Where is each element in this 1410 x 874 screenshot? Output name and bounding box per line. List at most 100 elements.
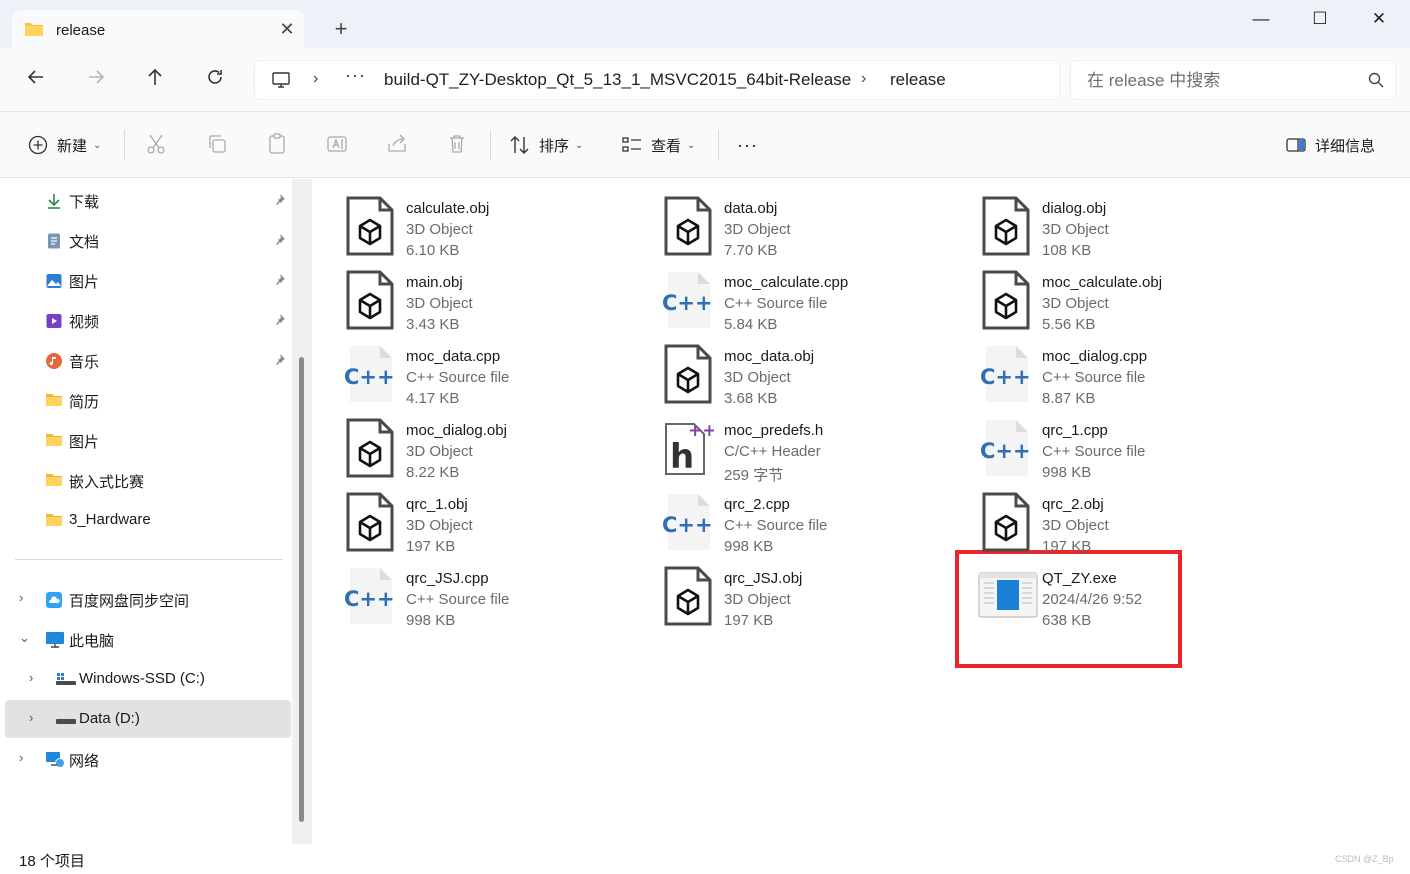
refresh-button[interactable] (201, 66, 229, 94)
chevron-right-icon[interactable]: › (19, 590, 23, 605)
file-item[interactable]: C++ qrc_2.cpp C++ Source file 998 KB (630, 484, 930, 555)
sidebar-item-quick-0[interactable]: 下载 (0, 181, 292, 219)
file-size: 7.70 KB (724, 242, 778, 259)
file-type: 3D Object (724, 591, 791, 608)
search-box[interactable] (1070, 60, 1396, 100)
chevron-right-icon: › (861, 70, 867, 87)
download-icon (45, 192, 63, 210)
3d-object-icon (344, 492, 396, 552)
sidebar-tree-item-2[interactable]: › Windows-SSD (C:) (0, 660, 292, 698)
breadcrumb-build-folder[interactable]: build-QT_ZY-Desktop_Qt_5_13_1_MSVC2015_6… (384, 70, 851, 90)
chevron-right-icon[interactable]: › (19, 750, 23, 765)
file-item[interactable]: dialog.obj 3D Object 108 KB (948, 188, 1248, 259)
file-item[interactable]: qrc_JSJ.obj 3D Object 197 KB (630, 558, 930, 629)
up-button[interactable] (141, 66, 169, 94)
status-bar: 18 个项目 CSDN @Z_Bp (0, 844, 1410, 874)
file-size: 108 KB (1042, 242, 1092, 259)
sidebar-item-quick-8[interactable]: 3_Hardware (0, 501, 292, 539)
file-name: qrc_2.obj (1042, 496, 1104, 513)
network-icon (45, 751, 67, 769)
cut-icon[interactable] (144, 132, 168, 156)
file-type: C++ Source file (406, 591, 510, 608)
3d-object-icon (662, 196, 714, 256)
sidebar-item-quick-4[interactable]: 音乐 (0, 341, 292, 379)
file-item[interactable]: C++ qrc_JSJ.cpp C++ Source file 998 KB (312, 558, 612, 629)
file-item[interactable]: moc_dialog.obj 3D Object 8.22 KB (312, 410, 612, 481)
file-item[interactable]: main.obj 3D Object 3.43 KB (312, 262, 612, 333)
sidebar-item-quick-1[interactable]: 文档 (0, 221, 292, 259)
sidebar-tree-item-0[interactable]: › 百度网盘同步空间 (0, 580, 292, 618)
sidebar-divider (15, 559, 283, 560)
copy-icon[interactable] (205, 132, 229, 156)
sidebar-item-quick-5[interactable]: 简历 (0, 381, 292, 419)
chevron-right-icon: › (313, 70, 319, 87)
breadcrumb-release[interactable]: release (890, 70, 946, 90)
file-item[interactable]: C++ moc_data.cpp C++ Source file 4.17 KB (312, 336, 612, 407)
file-item[interactable]: calculate.obj 3D Object 6.10 KB (312, 188, 612, 259)
sidebar-tree-item-3[interactable]: › Data (D:) (5, 700, 291, 738)
file-type: 3D Object (1042, 517, 1109, 534)
close-window-button[interactable]: ✕ (1364, 8, 1394, 30)
share-icon[interactable] (385, 132, 409, 156)
new-button[interactable]: 新建 ⌄ (27, 132, 101, 158)
sidebar-scroll-thumb[interactable] (299, 357, 304, 822)
delete-icon[interactable] (445, 132, 469, 156)
tab-release[interactable]: release ✕ (12, 10, 304, 48)
file-type: C++ Source file (724, 295, 828, 312)
file-name: moc_dialog.cpp (1042, 348, 1148, 365)
tab-close-button[interactable]: ✕ (276, 18, 298, 40)
sidebar-item-quick-2[interactable]: 图片 (0, 261, 292, 299)
3d-object-icon (344, 270, 396, 330)
hidden-path-button[interactable]: ··· (345, 65, 366, 86)
title-bar: release ✕ + — ☐ ✕ (0, 0, 1410, 48)
pin-icon[interactable] (272, 193, 286, 211)
sidebar-item-quick-3[interactable]: 视频 (0, 301, 292, 339)
new-tab-button[interactable]: + (330, 18, 352, 40)
chevron-down-icon: ⌄ (575, 139, 584, 151)
file-item[interactable]: C++ moc_calculate.cpp C++ Source file 5.84 … (630, 262, 930, 333)
file-item[interactable]: data.obj 3D Object 7.70 KB (630, 188, 930, 259)
view-button[interactable]: 查看 ⌄ (621, 132, 695, 158)
sidebar-tree-item-4[interactable]: › 网络 (0, 740, 292, 778)
paste-icon[interactable] (265, 132, 289, 156)
sidebar-tree-item-1[interactable]: ⌄ 此电脑 (0, 620, 292, 658)
pin-icon[interactable] (272, 353, 286, 371)
address-bar[interactable]: › ··· build-QT_ZY-Desktop_Qt_5_13_1_MSVC… (254, 60, 1060, 100)
file-item[interactable]: qrc_2.obj 3D Object 197 KB (948, 484, 1248, 555)
file-item[interactable]: moc_calculate.obj 3D Object 5.56 KB (948, 262, 1248, 333)
file-size: 259 字节 (724, 467, 784, 484)
file-item[interactable]: QT_ZY.exe 2024/4/26 9:52 638 KB (948, 558, 1248, 629)
file-item[interactable]: C++ moc_dialog.cpp C++ Source file 8.87 KB (948, 336, 1248, 407)
details-pane-button[interactable]: 详细信息 (1285, 132, 1375, 158)
chevron-down-icon[interactable]: ⌄ (19, 630, 30, 646)
file-list: calculate.obj 3D Object 6.10 KB data.obj 3D … (312, 179, 1410, 844)
sidebar-item-quick-6[interactable]: 图片 (0, 421, 292, 459)
pin-icon[interactable] (272, 273, 286, 291)
file-size: 3.68 KB (724, 390, 778, 407)
chevron-right-icon[interactable]: › (29, 710, 33, 725)
more-options-button[interactable]: ··· (737, 132, 758, 158)
details-label: 详细信息 (1315, 137, 1376, 155)
file-item[interactable]: h ++ moc_predefs.h C/C++ Header 259 字节 (630, 410, 930, 484)
file-size: 998 KB (724, 538, 774, 555)
chevron-right-icon[interactable]: › (29, 670, 33, 685)
folder-icon (45, 392, 63, 410)
forward-button[interactable] (82, 66, 110, 94)
sidebar-item-quick-7[interactable]: 嵌入式比赛 (0, 461, 292, 499)
file-item[interactable]: C++ qrc_1.cpp C++ Source file 998 KB (948, 410, 1248, 481)
file-item[interactable]: qrc_1.obj 3D Object 197 KB (312, 484, 612, 555)
pin-icon[interactable] (272, 233, 286, 251)
file-size: 4.17 KB (406, 390, 460, 407)
rename-icon[interactable] (325, 132, 349, 156)
sort-button[interactable]: 排序 ⌄ (509, 132, 583, 158)
search-input[interactable] (1087, 69, 1357, 93)
cloud-drive-icon (45, 591, 67, 609)
file-item[interactable]: moc_data.obj 3D Object 3.68 KB (630, 336, 930, 407)
toolbar-divider (490, 130, 491, 160)
back-button[interactable] (22, 66, 50, 94)
minimize-button[interactable]: — (1246, 8, 1276, 30)
3d-object-icon (980, 492, 1032, 552)
sort-label: 排序 (539, 137, 570, 155)
pin-icon[interactable] (272, 313, 286, 331)
maximize-button[interactable]: ☐ (1305, 8, 1335, 30)
